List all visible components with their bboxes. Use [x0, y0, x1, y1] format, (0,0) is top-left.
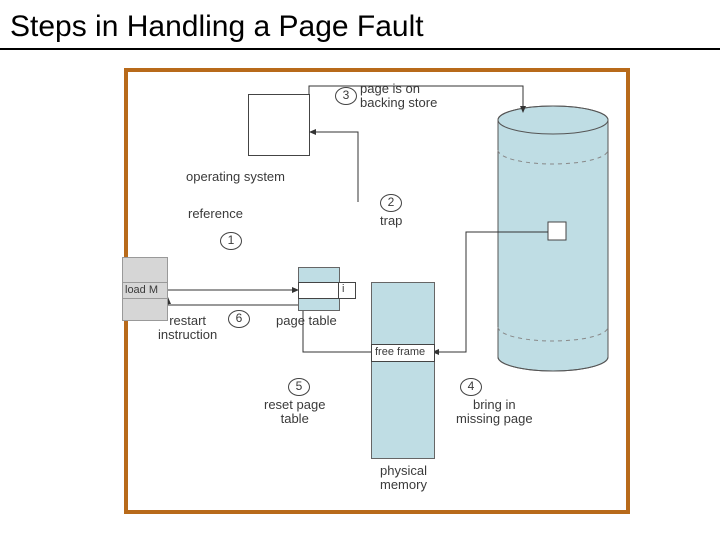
step-1: 1 [220, 232, 242, 250]
physical-memory-label: physical memory [380, 464, 427, 493]
reference-label: reference [188, 207, 243, 221]
restart-label: restart instruction [158, 314, 217, 343]
page-table-i-cell [338, 282, 356, 299]
trap-label: trap [380, 214, 402, 228]
step-4: 4 [460, 378, 482, 396]
reset-page-table-label: reset page table [264, 398, 325, 427]
diagram-stage: operating system 3 page is on backing st… [124, 68, 630, 514]
i-label: i [342, 283, 344, 295]
physical-memory-box [371, 282, 435, 459]
step-5: 5 [288, 378, 310, 396]
free-frame-label: free frame [375, 346, 425, 358]
step-6: 6 [228, 310, 250, 328]
page-title: Steps in Handling a Page Fault [0, 0, 720, 50]
page-table-label: page table [276, 314, 337, 328]
bring-in-label: bring in missing page [456, 398, 533, 427]
step-2: 2 [380, 194, 402, 212]
load-m-label: load M [125, 284, 158, 296]
